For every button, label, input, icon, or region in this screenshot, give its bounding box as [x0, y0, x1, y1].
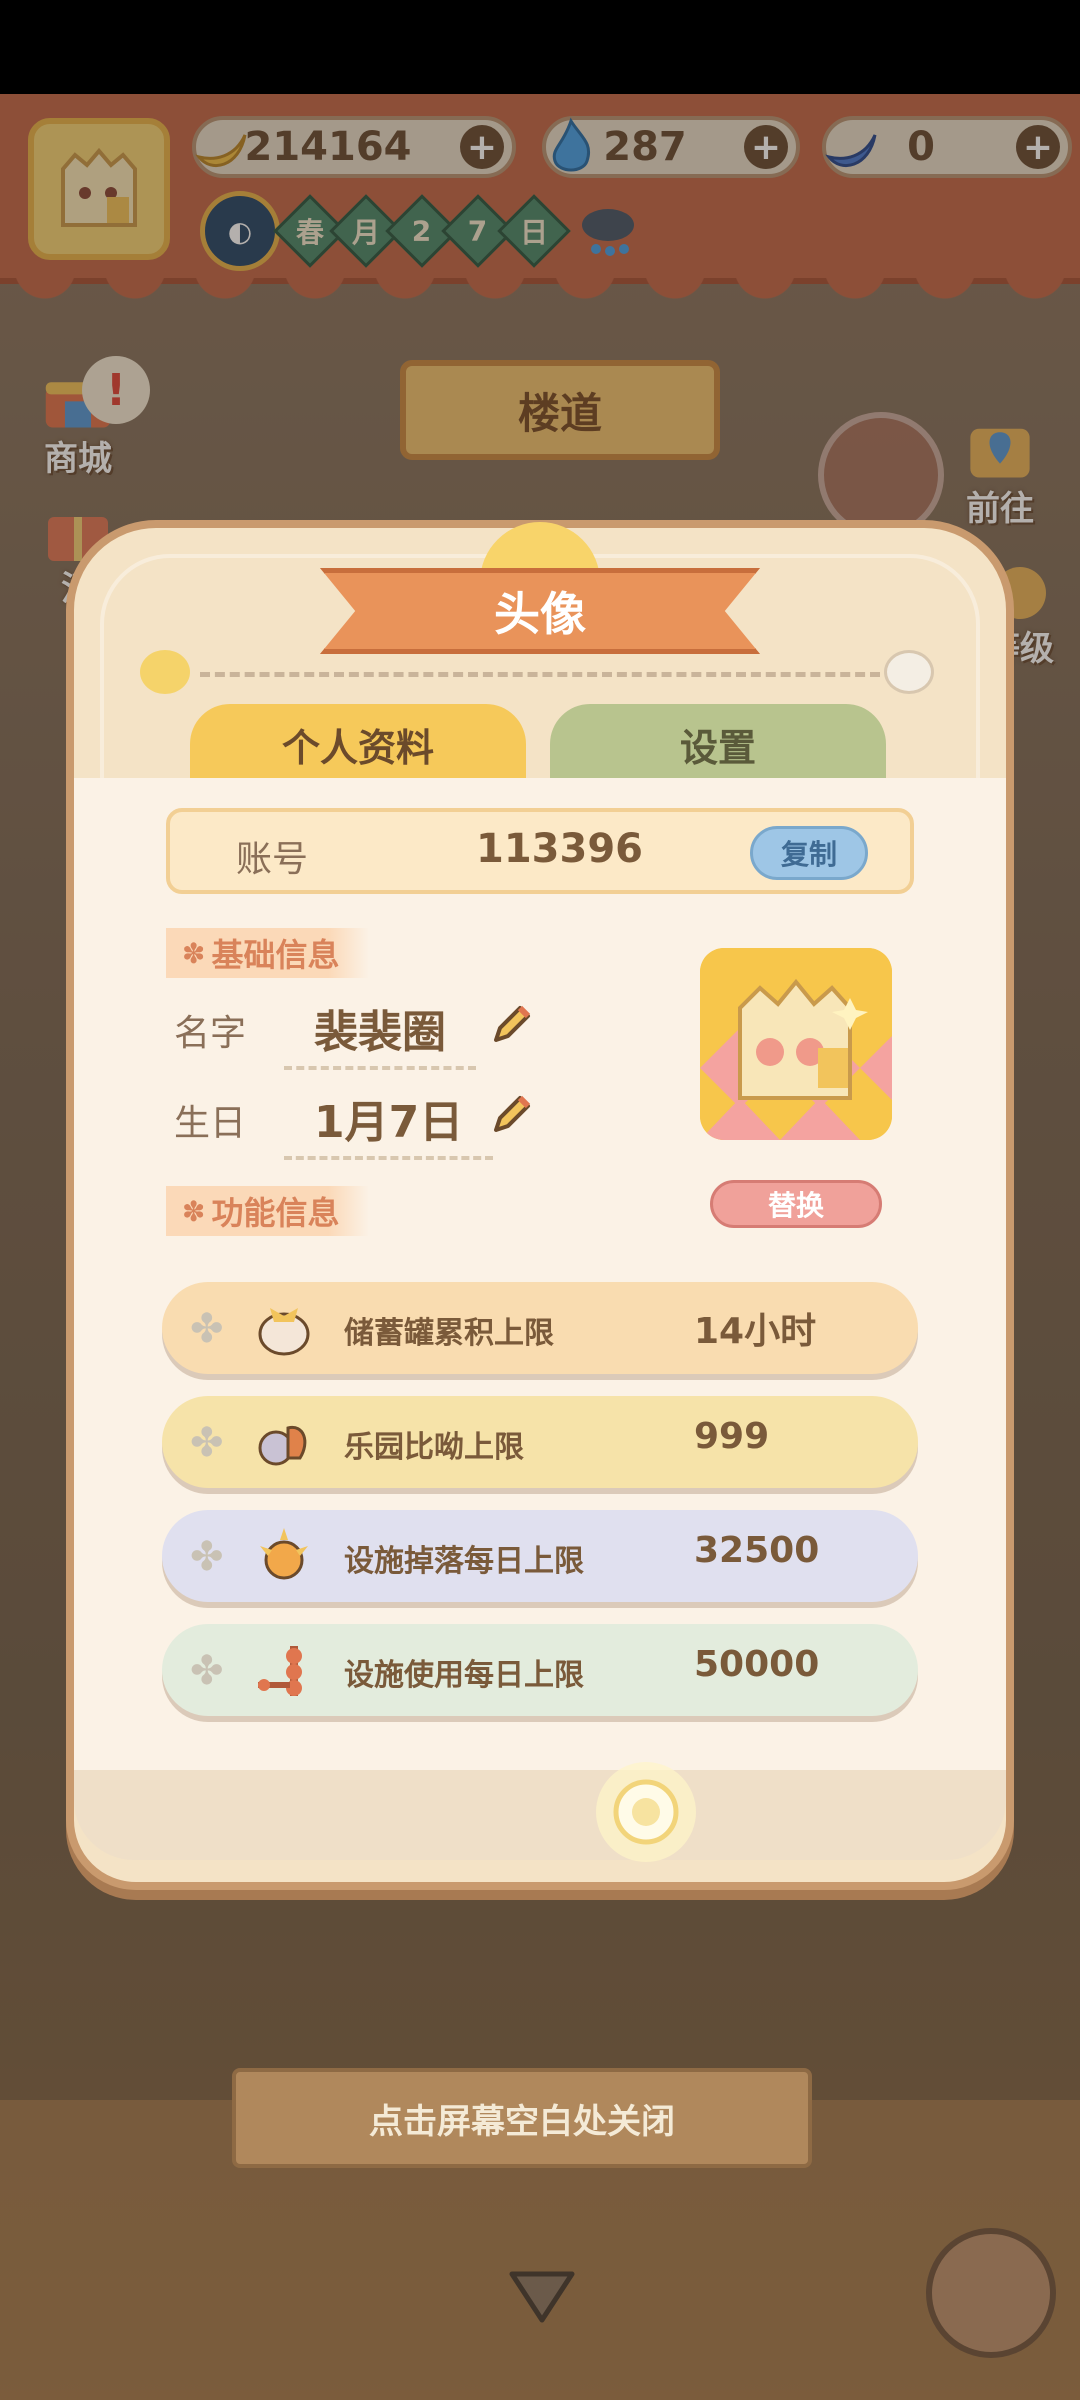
clover-icon: ✤ [190, 1534, 224, 1580]
sun-creature-icon [260, 1528, 308, 1580]
seal-icon [884, 650, 934, 694]
edit-name-pencil-icon[interactable] [488, 1000, 536, 1048]
stat-row-piggy-bank: ✤ 储蓄罐累积上限 14小时 [162, 1282, 918, 1374]
stat-name: 乐园比呦上限 [344, 1430, 524, 1465]
account-label: 账号 [236, 839, 309, 880]
stat-name: 设施使用每日上限 [344, 1658, 584, 1693]
panel-footer [74, 1770, 1006, 1860]
stat-name: 设施掉落每日上限 [344, 1544, 584, 1579]
stat-value: 32500 [694, 1530, 820, 1571]
flower-icon: ✽ [182, 1194, 206, 1228]
birthday-value: 1月7日 [284, 1086, 494, 1160]
tab-profile[interactable]: 个人资料 [190, 704, 526, 784]
glowing-emblem-icon [596, 1762, 696, 1862]
divider [200, 672, 880, 677]
edit-birthday-pencil-icon[interactable] [488, 1090, 536, 1138]
flower-icon: ✽ [182, 936, 206, 970]
modal-title-ribbon: 头像 [320, 568, 760, 654]
stat-value: 50000 [694, 1644, 820, 1685]
piggy-bank-icon [258, 1308, 310, 1356]
account-number: 113396 [476, 826, 643, 872]
name-label: 名字 [174, 1013, 247, 1054]
copy-button[interactable]: 复制 [750, 826, 868, 880]
account-bar: 账号 113396 复制 [166, 808, 914, 894]
stat-name: 储蓄罐累积上限 [344, 1316, 554, 1351]
stat-row-facility-drop: ✤ 设施掉落每日上限 32500 [162, 1510, 918, 1602]
chick-icon [140, 650, 190, 694]
tab-settings[interactable]: 设置 [550, 704, 886, 784]
stat-value: 14小时 [694, 1311, 817, 1352]
clover-icon: ✤ [190, 1306, 224, 1352]
stat-row-park: ✤ 乐园比呦上限 999 [162, 1396, 918, 1488]
modal-title: 头像 [494, 587, 586, 641]
close-hint-text: 点击屏幕空白处关闭 [369, 2102, 675, 2142]
stat-value: 999 [694, 1416, 770, 1457]
function-info-section: ✽ 功能信息 [166, 1186, 370, 1236]
clover-icon: ✤ [190, 1648, 224, 1694]
section-title: 基础信息 [211, 936, 340, 974]
stat-row-facility-use: ✤ 设施使用每日上限 50000 [162, 1624, 918, 1716]
section-title: 功能信息 [211, 1194, 340, 1232]
park-creature-icon [258, 1425, 307, 1466]
clover-icon: ✤ [190, 1420, 224, 1466]
birthday-label: 生日 [174, 1103, 247, 1144]
yarn-ball-icon[interactable] [926, 2228, 1056, 2358]
status-bar [0, 0, 1080, 94]
profile-avatar[interactable] [700, 948, 892, 1140]
abacus-icon [258, 1646, 302, 1696]
collapse-down-arrow-icon[interactable] [506, 2266, 578, 2326]
toast-avatar-icon [700, 948, 892, 1140]
basic-info-section: ✽ 基础信息 [166, 928, 370, 978]
swap-avatar-button[interactable]: 替换 [710, 1180, 882, 1228]
name-value: 裴裴圈 [284, 996, 476, 1070]
